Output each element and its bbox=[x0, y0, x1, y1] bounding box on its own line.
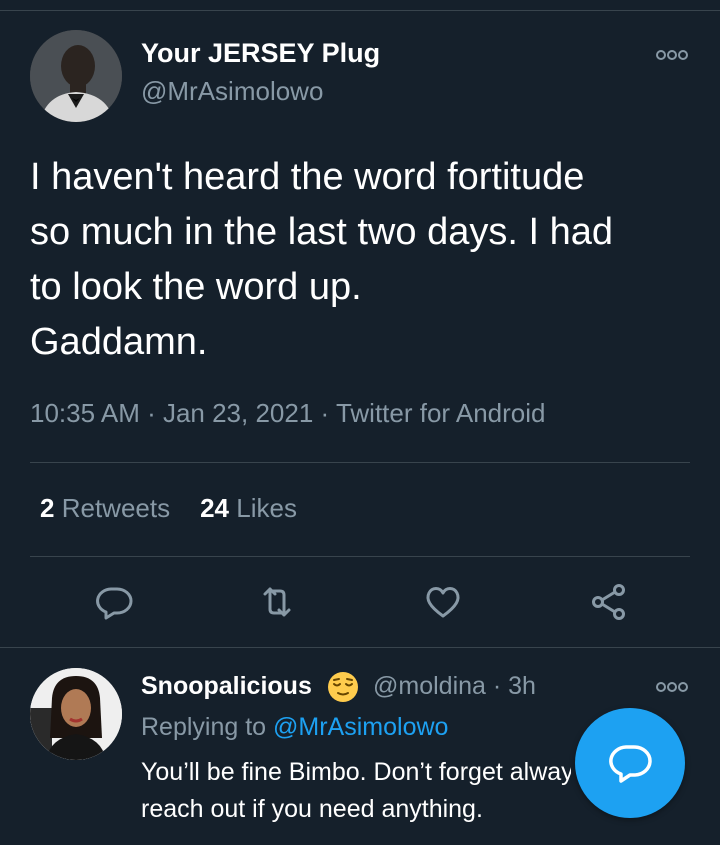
divider bbox=[0, 647, 720, 648]
author-display-name[interactable]: Your JERSEY Plug bbox=[141, 38, 380, 69]
share-icon[interactable] bbox=[589, 582, 629, 622]
author-avatar[interactable] bbox=[30, 30, 122, 122]
reply-display-name[interactable]: Snoopalicious bbox=[141, 672, 312, 701]
reply-text-line: You’ll be fine Bimbo. Don’t forget alway… bbox=[141, 758, 571, 786]
tweet-text-line: I haven't heard the word fortitude bbox=[30, 156, 585, 198]
reply-author-avatar[interactable] bbox=[30, 668, 122, 760]
reply-handle-time[interactable]: @moldina · 3h bbox=[373, 672, 536, 701]
retweet-count: 2 bbox=[40, 493, 55, 523]
replying-to: Replying to @MrAsimolowo bbox=[141, 713, 448, 742]
retweet-label: Retweets bbox=[61, 493, 171, 523]
replying-prefix: Replying to bbox=[141, 713, 274, 741]
divider bbox=[30, 462, 690, 463]
tweet-text-line: to look the word up. bbox=[30, 266, 362, 308]
relieved-face-emoji bbox=[326, 670, 360, 704]
likes-link[interactable]: 24 Likes bbox=[200, 493, 297, 523]
engagement-stats: 2 Retweets 24 Likes bbox=[40, 493, 297, 524]
tweet-meta[interactable]: 10:35 AM · Jan 23, 2021 · Twitter for An… bbox=[30, 398, 545, 429]
reply-text: You’ll be fine Bimbo. Don’t forget alway… bbox=[141, 754, 581, 828]
tweet-text-line: Gaddamn. bbox=[30, 321, 208, 363]
top-divider bbox=[0, 10, 720, 11]
reply-icon[interactable] bbox=[94, 582, 134, 622]
tweet-text-line: so much in the last two days. I had bbox=[30, 211, 613, 253]
like-count: 24 bbox=[200, 493, 230, 523]
compose-reply-button[interactable] bbox=[575, 708, 685, 818]
reply-text-line: reach out if you need anything. bbox=[141, 795, 483, 823]
more-options-icon[interactable] bbox=[654, 678, 690, 696]
author-handle[interactable]: @MrAsimolowo bbox=[141, 76, 323, 107]
divider bbox=[30, 556, 690, 557]
like-label: Likes bbox=[236, 493, 297, 523]
retweet-icon[interactable] bbox=[257, 582, 297, 622]
retweets-link[interactable]: 2 Retweets bbox=[40, 493, 170, 523]
tweet-text: I haven't heard the word fortitude so mu… bbox=[30, 150, 700, 370]
like-icon[interactable] bbox=[423, 582, 463, 622]
replying-to-link[interactable]: @MrAsimolowo bbox=[273, 713, 448, 741]
compose-reply-icon bbox=[609, 745, 652, 783]
more-options-icon[interactable] bbox=[654, 46, 690, 64]
